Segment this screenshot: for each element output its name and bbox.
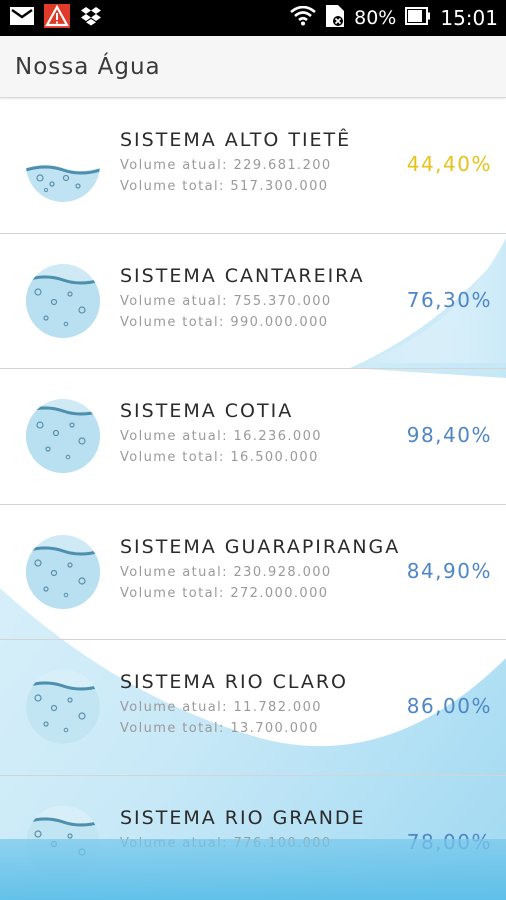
water-thumbnail <box>26 399 100 473</box>
volume-total: Volume total: 272.000.000 <box>120 585 329 601</box>
sim-card-icon <box>325 4 345 32</box>
volume-percent: 84,90% <box>406 558 492 583</box>
system-name: SISTEMA RIO GRANDE <box>120 806 366 829</box>
system-name: SISTEMA CANTAREIRA <box>120 264 365 287</box>
list-item[interactable]: SISTEMA CANTAREIRA Volume atual: 755.370… <box>0 234 506 369</box>
warning-triangle-icon <box>44 4 70 32</box>
list-item[interactable]: SISTEMA RIO CLARO Volume atual: 11.782.0… <box>0 640 506 776</box>
water-thumbnail <box>26 534 100 609</box>
volume-atual: Volume atual: 230.928.000 <box>120 564 332 580</box>
status-bar-system: 80% 15:01 <box>290 4 498 32</box>
bottom-overlay <box>0 839 506 900</box>
battery-percent: 80% <box>354 7 397 29</box>
battery-icon <box>405 7 431 29</box>
app-bar: Nossa Água <box>0 36 506 98</box>
water-bubbles-icon <box>26 534 100 609</box>
system-name: SISTEMA ALTO TIETÊ <box>120 129 352 151</box>
clock: 15:01 <box>440 6 498 30</box>
volume-atual: Volume atual: 16.236.000 <box>120 429 322 444</box>
mail-icon <box>10 7 34 29</box>
volume-total: Volume total: 517.300.000 <box>120 179 329 194</box>
status-bar-notifications <box>10 4 102 32</box>
volume-percent: 86,00% <box>406 694 492 718</box>
volume-total: Volume total: 990.000.000 <box>120 314 329 330</box>
volume-percent: 44,40% <box>406 152 492 176</box>
volume-atual: Volume atual: 229.681.200 <box>120 158 332 173</box>
water-thumbnail <box>26 128 100 202</box>
water-bubbles-icon <box>26 263 100 338</box>
list-item[interactable]: SISTEMA COTIA Volume atual: 16.236.000 V… <box>0 369 506 505</box>
dropbox-icon <box>80 6 102 30</box>
volume-percent: 76,30% <box>406 287 492 312</box>
volume-total: Volume total: 16.500.000 <box>120 450 319 465</box>
water-bubbles-icon <box>26 670 100 744</box>
list-item[interactable]: SISTEMA GUARAPIRANGA Volume atual: 230.9… <box>0 505 506 640</box>
wifi-icon <box>290 5 316 30</box>
list-item[interactable]: SISTEMA ALTO TIETÊ Volume atual: 229.681… <box>0 98 506 234</box>
volume-atual: Volume atual: 755.370.000 <box>120 293 332 309</box>
reservoir-list-screen[interactable]: SISTEMA ALTO TIETÊ Volume atual: 229.681… <box>0 98 506 900</box>
system-name: SISTEMA RIO CLARO <box>120 671 349 693</box>
status-bar: 80% 15:01 <box>0 0 506 36</box>
water-bubbles-icon <box>26 128 100 202</box>
app-title: Nossa Água <box>15 53 161 80</box>
volume-percent: 98,40% <box>406 423 492 447</box>
water-thumbnail <box>26 263 100 338</box>
reservoir-list: SISTEMA ALTO TIETÊ Volume atual: 229.681… <box>0 98 506 900</box>
water-thumbnail <box>26 670 100 744</box>
water-bubbles-icon <box>26 399 100 473</box>
system-name: SISTEMA GUARAPIRANGA <box>120 535 401 558</box>
volume-atual: Volume atual: 11.782.000 <box>120 700 322 715</box>
volume-total: Volume total: 13.700.000 <box>120 721 319 736</box>
system-name: SISTEMA COTIA <box>120 400 294 422</box>
